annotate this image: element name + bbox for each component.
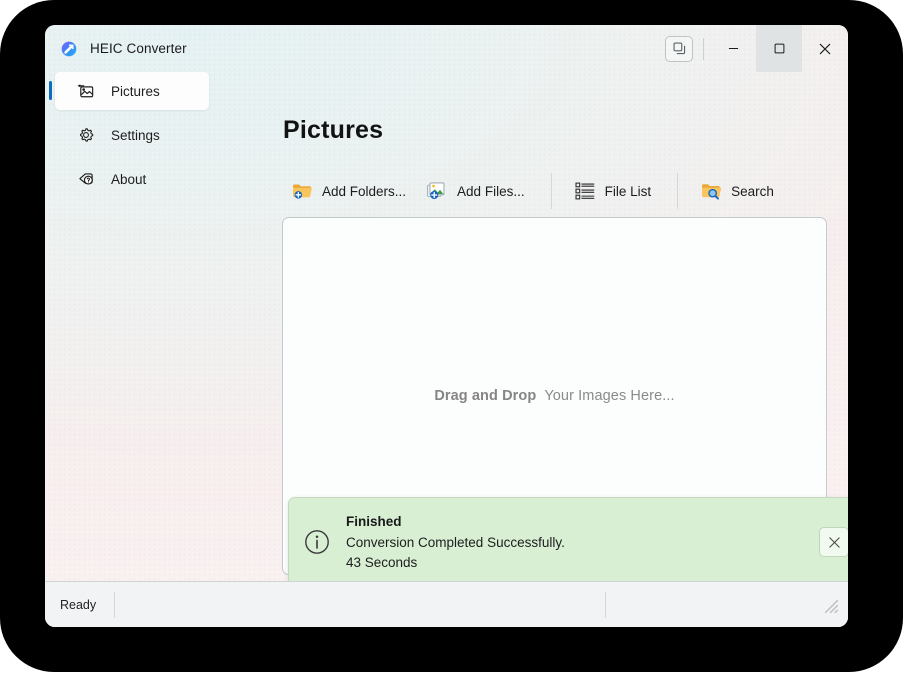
info-circle-icon [304,529,330,555]
notification-banner: Finished Conversion Completed Successful… [288,497,848,587]
close-button[interactable] [802,25,848,72]
gear-icon [77,126,95,144]
selection-indicator [49,81,52,100]
tool-label: Add Files... [457,183,525,199]
status-bar: Ready [45,581,848,627]
app-title: HEIC Converter [90,41,187,56]
toolbar-divider [677,173,679,209]
resize-grip-icon[interactable] [821,596,839,614]
tool-label: Add Folders... [322,183,407,199]
image-add-icon [426,180,448,202]
notification-duration: 43 Seconds [346,554,418,570]
sidebar-item-label: Pictures [111,83,160,99]
notification-close-button[interactable] [819,527,848,557]
sidebar-item-label: Settings [111,127,160,143]
page-title: Pictures [283,116,384,144]
about-icon [77,170,95,188]
sidebar: Pictures Settings About [45,72,219,581]
content-area: Pictures Add Folders... Add Files... Fil… [219,72,848,587]
sidebar-item-settings[interactable]: Settings [55,116,209,154]
folder-add-icon [291,180,313,202]
title-bar: HEIC Converter [45,25,848,72]
pictures-icon [77,82,95,100]
status-divider [605,591,607,618]
sidebar-item-pictures[interactable]: Pictures [49,72,209,110]
app-icon [60,40,78,58]
app-window: HEIC Converter Pictures Settings About P… [45,25,848,627]
notification-message: Conversion Completed Successfully. [346,535,565,551]
folder-search-icon [700,180,722,202]
drop-zone-text-strong: Drag and Drop [434,388,537,404]
sidebar-item-label: About [111,171,147,187]
sidebar-item-about[interactable]: About [55,160,209,198]
restore-pane-button[interactable] [665,35,693,62]
caption-divider [703,37,704,60]
drop-zone-text-normal: Your Images Here... [544,388,675,404]
tool-label: Search [731,183,774,199]
add-files-button[interactable]: Add Files... [418,170,537,212]
tool-label: File List [604,183,652,199]
add-folders-button[interactable]: Add Folders... [283,170,418,212]
toolbar-divider [550,173,552,209]
file-list-button[interactable]: File List [566,170,664,212]
status-divider [114,591,116,618]
notification-title: Finished [346,513,402,529]
drop-zone-text: Drag and Drop Your Images Here... [434,388,674,404]
toolbar: Add Folders... Add Files... File List Se… [283,167,828,215]
minimize-button[interactable] [710,25,756,72]
maximize-button[interactable] [756,25,802,72]
status-text: Ready [60,597,97,612]
file-list-icon [574,180,596,202]
notification-body: Finished Conversion Completed Successful… [346,515,819,570]
search-button[interactable]: Search [692,170,786,212]
